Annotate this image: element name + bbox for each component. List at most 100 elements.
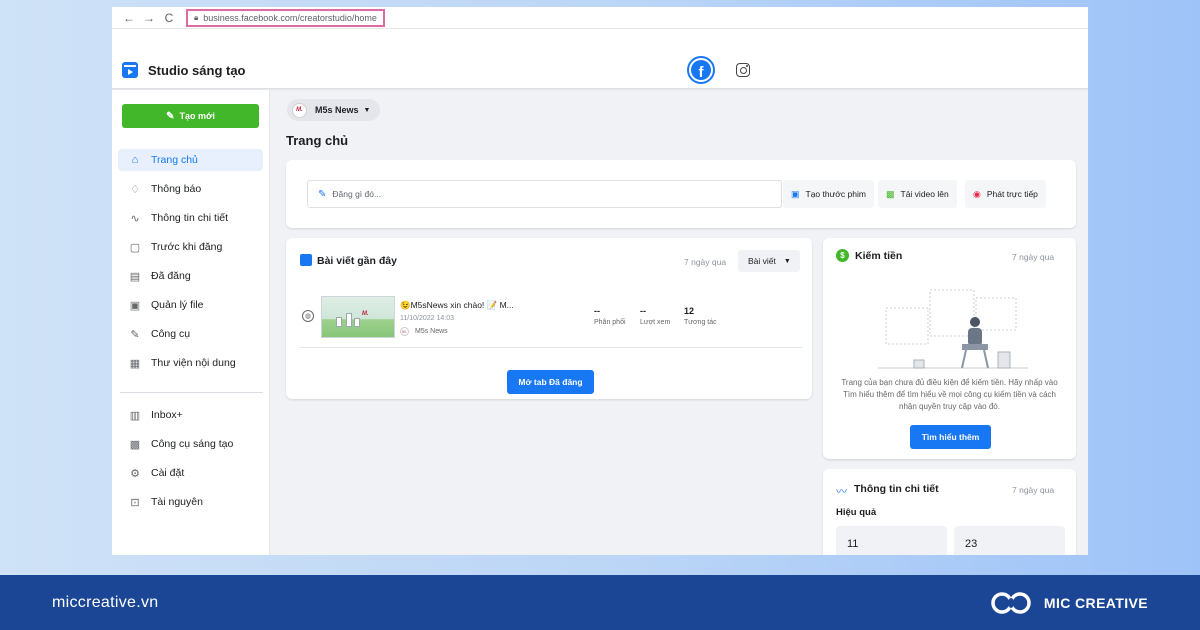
- post-row[interactable]: ◍ M. 😉M5sNews xin chào! 📝 M... 11/10/202…: [300, 294, 802, 348]
- sidebar-item-file-manager[interactable]: ▣ Quản lý file: [118, 294, 263, 316]
- post-thumbnail[interactable]: M.: [321, 296, 395, 338]
- creator-tools-icon: ▩: [129, 438, 141, 451]
- sidebar-item-notifications[interactable]: ♢ Thông báo: [118, 178, 263, 200]
- create-new-button[interactable]: ✎ Tạo mới: [122, 104, 259, 128]
- post-composer-input[interactable]: ✎ Đăng gì đó...: [307, 180, 782, 208]
- sidebar-item-label: Công cụ: [151, 328, 191, 340]
- post-date: 11/10/2022 14:03: [400, 315, 454, 322]
- post-page: M. M5s News: [400, 327, 448, 336]
- stat-label: Tương tác: [684, 319, 717, 326]
- bell-icon: ♢: [130, 183, 140, 196]
- recent-posts-title: Bài viết gần đây: [317, 255, 397, 267]
- stat-value: --: [594, 306, 600, 316]
- insights-card: 〰 Thông tin chi tiết 7 ngày qua Hiệu quả…: [823, 469, 1076, 555]
- stat-views: -- Lượt xem: [640, 306, 670, 326]
- inbox-icon: ▥: [129, 409, 141, 422]
- insights-icon: ∿: [130, 212, 140, 225]
- brand-name: MIC CREATIVE: [1043, 594, 1148, 611]
- sidebar-item-before-publish[interactable]: ▢ Trước khi đăng: [118, 236, 263, 258]
- sidebar-item-home[interactable]: ⌂ Trang chủ: [118, 149, 263, 171]
- address-bar[interactable]: 🔒︎ business.facebook.com/creatorstudio/h…: [186, 8, 385, 27]
- post-type-dropdown[interactable]: Bài viết ▼: [738, 250, 800, 272]
- dollar-icon: $: [836, 249, 849, 262]
- sidebar-item-label: Quản lý file: [151, 299, 204, 311]
- browser-screenshot: ← → C 🔒︎ business.facebook.com/creatorst…: [112, 7, 1088, 555]
- sidebar-item-label: Inbox+: [151, 409, 183, 421]
- thumbnail-building: [336, 317, 342, 327]
- post-title[interactable]: 😉M5sNews xin chào! 📝 M...: [400, 300, 514, 311]
- caret-down-icon: ▼: [363, 106, 371, 114]
- sidebar-item-resources[interactable]: ⊡ Tài nguyên: [118, 491, 263, 513]
- site-url[interactable]: miccreative.vn: [52, 594, 158, 612]
- page-avatar: M.: [292, 102, 307, 118]
- resources-icon: ⊡: [130, 496, 140, 509]
- tools-icon: ✎: [130, 328, 140, 341]
- video-upload-icon: ▩: [886, 188, 895, 199]
- composer-card: ✎ Đăng gì đó... ▣ Tạo thước phim ▩ Tải v…: [286, 160, 1076, 228]
- stat-value: 12: [684, 306, 695, 316]
- metric-value: 11: [847, 538, 859, 550]
- go-live-button[interactable]: ◉ Phát trực tiếp: [965, 180, 1046, 208]
- file-icon: ▣: [129, 299, 141, 312]
- trend-chart-icon: 〰: [836, 486, 847, 498]
- stat-label: Phân phối: [594, 319, 626, 326]
- metric-card[interactable]: 11: [836, 526, 947, 555]
- reel-icon: ▣: [791, 188, 800, 199]
- create-reel-label: Tạo thước phim: [805, 189, 866, 199]
- stat-engagement: 12 Tương tác: [684, 306, 717, 326]
- sidebar-item-inbox[interactable]: ▥ Inbox+: [118, 404, 263, 426]
- studio-header: Studio sáng tạo f: [112, 51, 1088, 89]
- metric-card[interactable]: 23: [954, 526, 1065, 555]
- insights-title: Thông tin chi tiết: [854, 483, 939, 495]
- learn-more-button[interactable]: Tìm hiểu thêm: [910, 425, 991, 449]
- published-icon: ▤: [129, 270, 141, 283]
- creator-studio-logo-icon: [122, 62, 138, 78]
- upload-video-button[interactable]: ▩ Tải video lên: [878, 180, 957, 208]
- facebook-icon: f: [691, 60, 711, 80]
- sidebar-item-label: Công cụ sáng tạo: [151, 438, 234, 450]
- gear-icon: ⚙: [130, 467, 140, 480]
- sidebar-item-label: Cài đặt: [151, 467, 185, 479]
- monetization-period: 7 ngày qua: [1012, 252, 1055, 262]
- back-button[interactable]: ←: [120, 11, 138, 25]
- open-published-tab-button[interactable]: Mở tab Đã đăng: [507, 370, 594, 394]
- insights-period: 7 ngày qua: [1012, 485, 1055, 495]
- instagram-icon[interactable]: [736, 63, 750, 77]
- facebook-tab[interactable]: f: [687, 56, 715, 84]
- sidebar-item-label: Trước khi đăng: [151, 241, 223, 253]
- page-top-gap: [112, 29, 1088, 51]
- sidebar-item-tools[interactable]: ✎ Công cụ: [118, 323, 263, 345]
- browser-toolbar: ← → C 🔒︎ business.facebook.com/creatorst…: [112, 7, 1088, 29]
- stat-distribution: -- Phân phối: [594, 306, 626, 326]
- monetization-description: Trang của bạn chưa đủ điều kiện để kiếm …: [841, 378, 1058, 411]
- monetization-title: Kiếm tiền: [855, 250, 903, 262]
- sidebar-item-label: Đã đăng: [151, 270, 191, 282]
- thumbnail-building: [354, 318, 360, 327]
- metric-value: 23: [965, 538, 978, 550]
- sidebar-item-content-library[interactable]: ▦ Thư viện nội dung: [118, 352, 263, 374]
- monetization-illustration: [878, 289, 1028, 369]
- reload-button[interactable]: C: [160, 11, 178, 25]
- thumbnail-building: [346, 313, 352, 327]
- sidebar-item-published[interactable]: ▤ Đã đăng: [118, 265, 263, 287]
- posts-icon: [300, 254, 312, 266]
- sidebar-item-label: Thư viện nội dung: [151, 357, 236, 369]
- brand: MIC CREATIVE: [990, 590, 1148, 616]
- create-reel-button[interactable]: ▣ Tạo thước phim: [783, 180, 874, 208]
- recent-posts-period: 7 ngày qua: [684, 257, 727, 267]
- library-icon: ▦: [129, 357, 141, 370]
- sidebar-item-settings[interactable]: ⚙ Cài đặt: [118, 462, 263, 484]
- upload-video-label: Tải video lên: [900, 189, 949, 199]
- forward-button[interactable]: →: [140, 11, 158, 25]
- sidebar-item-creator-tools[interactable]: ▩ Công cụ sáng tạo: [118, 433, 263, 455]
- url-text: business.facebook.com/creatorstudio/home: [203, 12, 377, 23]
- live-icon: ◉: [973, 188, 981, 199]
- sidebar-item-label: Trang chủ: [151, 154, 198, 166]
- mic-creative-logo-icon: [991, 591, 1031, 614]
- composer-placeholder: Đăng gì đó...: [332, 189, 382, 199]
- page-avatar: M.: [400, 327, 409, 336]
- sidebar-item-insights[interactable]: ∿ Thông tin chi tiết: [118, 207, 263, 229]
- page-selector[interactable]: M. M5s News ▼: [287, 99, 381, 121]
- post-type-value: Bài viết: [748, 256, 776, 266]
- footer-banner: miccreative.vn MIC CREATIVE: [0, 575, 1200, 630]
